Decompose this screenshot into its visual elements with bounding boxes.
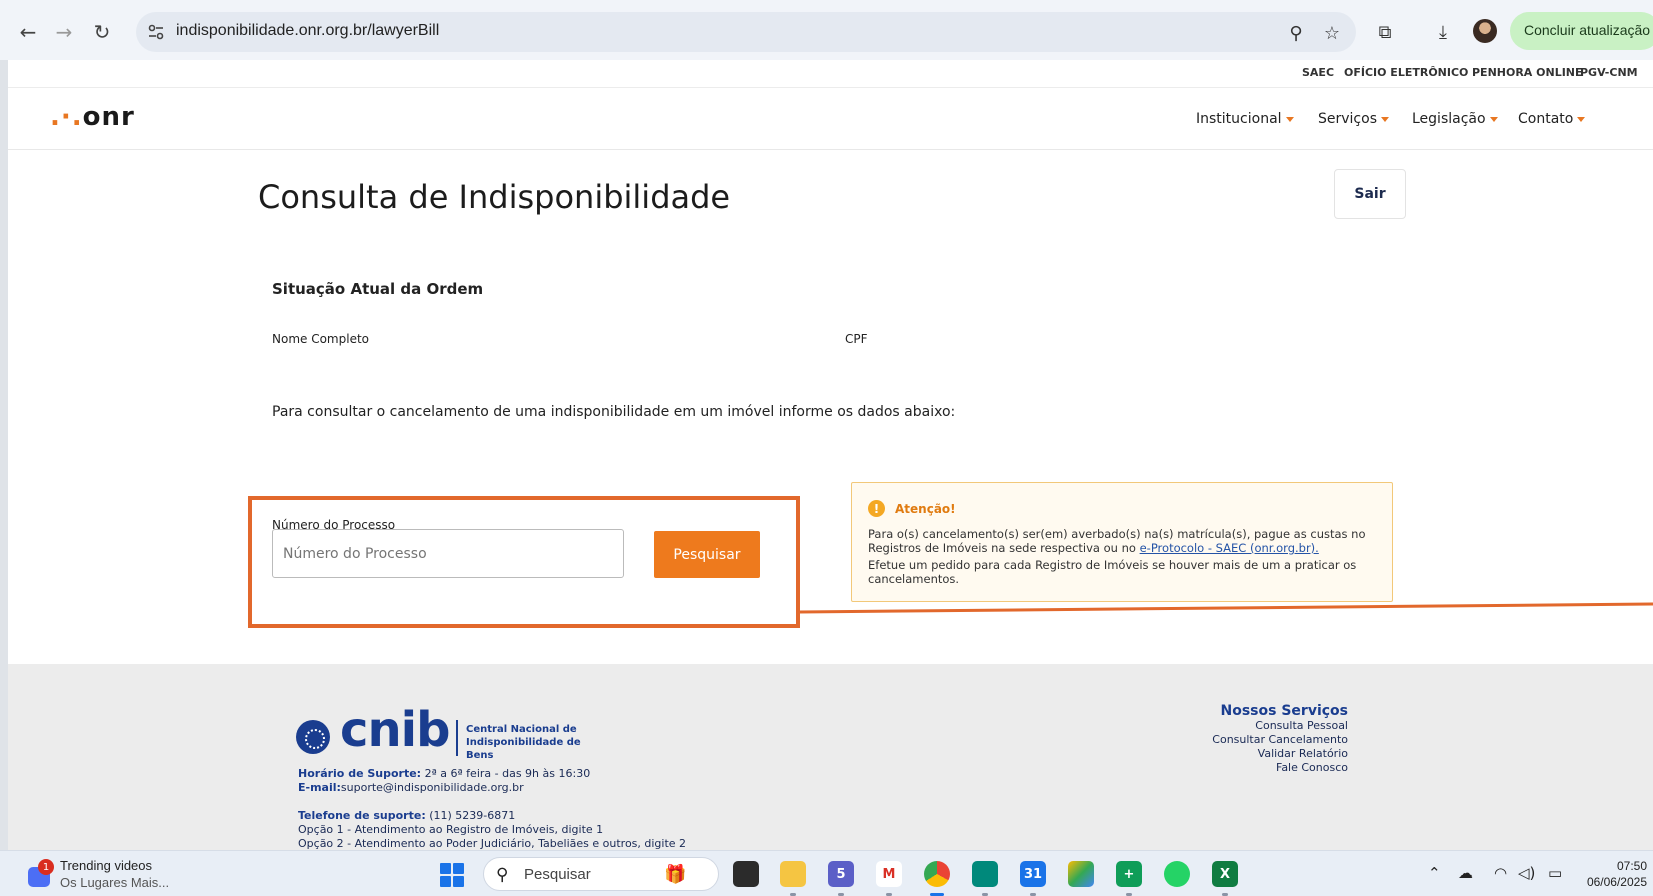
service-link-consulta-pessoal[interactable]: Consulta Pessoal	[1212, 719, 1348, 733]
taskbar-search-placeholder: Pesquisar	[524, 866, 591, 883]
email-label: E-mail:	[298, 781, 341, 794]
browser-toolbar: ← → ↻ indisponibilidade.onr.org.br/lawye…	[0, 0, 1653, 60]
windows-start-icon[interactable]	[440, 863, 464, 887]
bookmark-star-icon[interactable]: ☆	[1321, 22, 1343, 44]
excel-icon[interactable]: X	[1212, 861, 1238, 887]
cnib-name: Central Nacional de Indisponibilidade de…	[466, 724, 581, 761]
battery-icon[interactable]: ▭	[1548, 864, 1562, 882]
whatsapp-icon[interactable]	[1164, 861, 1190, 887]
taskbar-search[interactable]: ⚲ Pesquisar 🎁	[483, 857, 719, 891]
phone-label: Telefone de suporte:	[298, 809, 426, 822]
meet-icon[interactable]	[972, 861, 998, 887]
service-link-fale-conosco[interactable]: Fale Conosco	[1212, 761, 1348, 775]
support-hours-value: 2ª a 6ª feira - das 9h às 16:30	[421, 767, 591, 780]
cnib-seal-icon	[296, 720, 330, 754]
gift-icon: 🎁	[664, 864, 687, 885]
support-phone: Telefone de suporte: (11) 5239-6871 Opçã…	[298, 809, 686, 850]
clock-date: 06/06/2025	[1586, 875, 1647, 889]
service-link-consultar-cancelamento[interactable]: Consultar Cancelamento	[1212, 733, 1348, 747]
address-bar[interactable]: indisponibilidade.onr.org.br/lawyerBill …	[136, 12, 1356, 52]
support-hours-label: Horário de Suporte:	[298, 767, 422, 780]
teams-icon[interactable]: 5	[828, 861, 854, 887]
phone-value: (11) 5239-6871	[425, 809, 516, 822]
services-title: Nossos Serviços	[1220, 703, 1348, 719]
web-page: SAEC OFÍCIO ELETRÔNICO PENHORA ONLINE PG…	[8, 60, 1653, 850]
footer: cnib Central Nacional de Indisponibilida…	[8, 664, 1653, 850]
support-hours: Horário de Suporte: 2ª a 6ª feira - das …	[298, 767, 590, 795]
onedrive-icon[interactable]: ☁	[1458, 864, 1473, 882]
phone-option-1: Opção 1 - Atendimento ao Registro de Imó…	[298, 823, 604, 836]
drive-icon[interactable]	[1068, 861, 1094, 887]
widgets-button[interactable]: 1	[26, 859, 58, 889]
reload-icon[interactable]: ↻	[88, 18, 116, 46]
extensions-icon[interactable]: ⧉	[1372, 19, 1398, 45]
calendar-icon[interactable]: 31	[1020, 861, 1046, 887]
search-icon: ⚲	[496, 865, 509, 885]
services-list: Nossos Serviços Consulta Pessoal Consult…	[1212, 704, 1348, 775]
file-explorer-icon[interactable]	[780, 861, 806, 887]
chrome-icon[interactable]	[924, 861, 950, 887]
chevron-up-icon[interactable]: ⌃	[1428, 864, 1441, 882]
gmail-icon[interactable]: M	[876, 861, 902, 887]
site-info-icon[interactable]	[146, 22, 166, 42]
task-view-icon[interactable]	[733, 861, 759, 887]
back-icon[interactable]: ←	[14, 18, 42, 46]
wifi-icon[interactable]: ◠	[1494, 864, 1507, 882]
windows-taskbar: 1 Trending videos Os Lugares Mais... ⚲ P…	[0, 850, 1653, 896]
widget-text[interactable]: Trending videos Os Lugares Mais...	[60, 857, 169, 891]
forward-icon[interactable]: →	[50, 18, 78, 46]
profile-avatar[interactable]	[1473, 19, 1497, 43]
widget-title: Trending videos	[60, 858, 153, 873]
notification-badge: 1	[38, 859, 54, 875]
divider	[456, 720, 458, 756]
system-clock[interactable]: 07:50 06/06/2025	[1583, 858, 1647, 890]
sheets-icon[interactable]: +	[1116, 861, 1142, 887]
widget-subtitle: Os Lugares Mais...	[60, 875, 170, 890]
support-email[interactable]: suporte@indisponibilidade.org.br	[341, 781, 524, 794]
url-text[interactable]: indisponibilidade.onr.org.br/lawyerBill	[176, 22, 439, 40]
volume-icon[interactable]: ◁)	[1518, 864, 1535, 882]
download-icon[interactable]: ⤓	[1430, 19, 1456, 45]
zoom-icon[interactable]: ⚲	[1285, 22, 1307, 44]
phone-option-2: Opção 2 - Atendimento ao Poder Judiciári…	[298, 837, 687, 850]
cnib-wordmark: cnib	[340, 702, 450, 758]
clock-time: 07:50	[1616, 859, 1647, 873]
teams-badge: 5	[836, 866, 846, 882]
cnib-logo[interactable]: cnib Central Nacional de Indisponibilida…	[296, 702, 596, 764]
service-link-validar-relatorio[interactable]: Validar Relatório	[1212, 747, 1348, 761]
update-button[interactable]: Concluir atualização	[1510, 12, 1653, 50]
